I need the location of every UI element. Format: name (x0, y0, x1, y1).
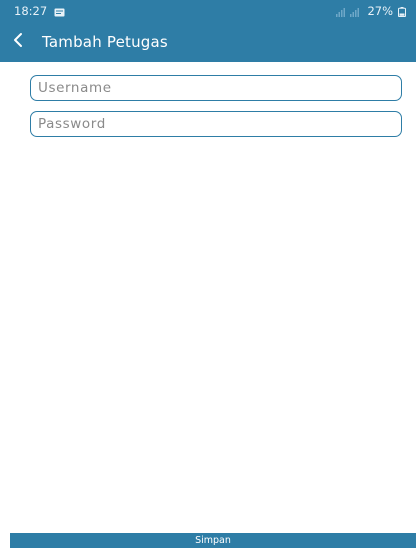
username-field[interactable] (30, 75, 402, 101)
status-right: 27% (336, 4, 406, 18)
battery-percent: 27% (367, 3, 393, 18)
password-field[interactable] (30, 111, 402, 137)
password-input[interactable] (31, 112, 401, 136)
save-button[interactable]: Simpan (10, 533, 416, 548)
message-icon (54, 6, 65, 17)
battery-icon (398, 6, 406, 17)
back-button[interactable] (12, 30, 34, 54)
username-input[interactable] (31, 76, 401, 100)
status-left: 18:27 (14, 4, 65, 18)
signal-icon (336, 6, 362, 17)
status-bar: 18:27 27% (0, 0, 416, 21)
chevron-left-icon (12, 32, 24, 52)
app-bar: Tambah Petugas (0, 21, 416, 62)
page-title: Tambah Petugas (42, 32, 168, 51)
status-time: 18:27 (14, 3, 48, 18)
